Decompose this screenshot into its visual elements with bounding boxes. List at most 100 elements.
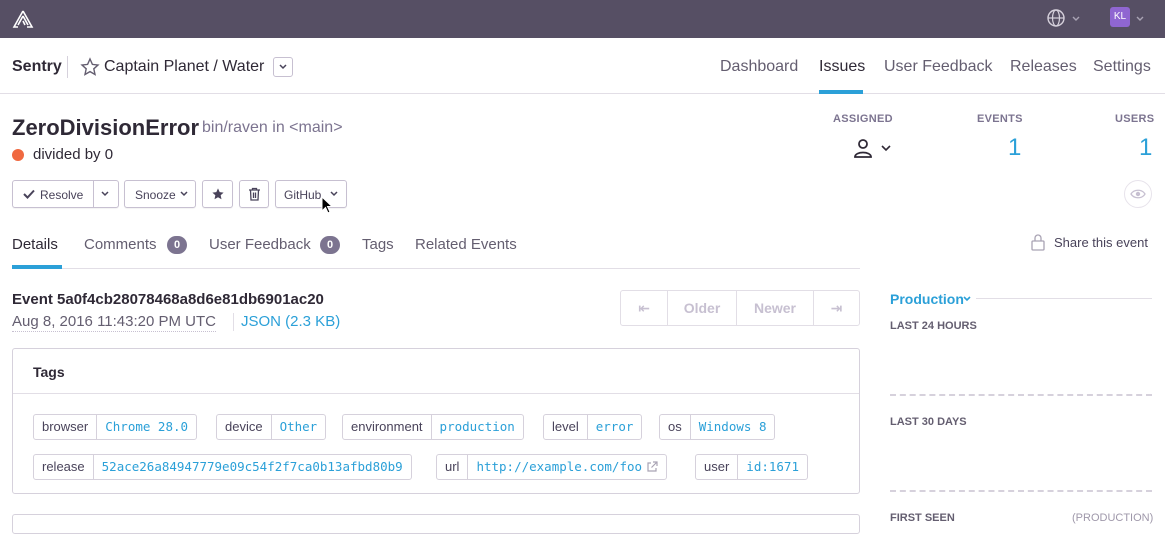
tabs-divider (12, 268, 860, 269)
subscribe-button[interactable] (1124, 180, 1152, 208)
tag-key: release (34, 455, 94, 479)
first-seen-label: FIRST SEEN (890, 512, 955, 524)
external-link-icon[interactable] (646, 461, 658, 473)
delete-button[interactable] (239, 180, 269, 208)
tags-title: Tags (33, 364, 65, 380)
tag-value[interactable]: error (588, 415, 642, 439)
tab-comments[interactable]: Comments (84, 236, 157, 253)
event-id: Event 5a0f4cb28078468a8d6e81db6901ac20 (12, 291, 324, 308)
nav-user-feedback[interactable]: User Feedback (884, 58, 993, 76)
globe-icon[interactable] (1046, 8, 1066, 28)
first-seen-env: (PRODUCTION) (1072, 512, 1154, 524)
graph-baseline (890, 490, 1152, 492)
resolve-button[interactable]: Resolve (40, 188, 83, 202)
feedback-count-badge: 0 (320, 236, 340, 254)
nav-settings[interactable]: Settings (1093, 58, 1151, 76)
tag-value[interactable]: http://example.com/foo (468, 455, 650, 479)
tab-details[interactable]: Details (12, 236, 58, 253)
chevron-down-icon[interactable] (1134, 11, 1146, 25)
share-event-link[interactable]: Share this event (1054, 235, 1148, 250)
next-panel (12, 514, 860, 534)
chevron-down-icon[interactable] (880, 143, 892, 153)
org-name[interactable]: Sentry (12, 58, 62, 76)
bookmark-button[interactable] (202, 180, 233, 208)
tag-key: level (544, 415, 588, 439)
tag-value[interactable]: production (432, 415, 523, 439)
project-nav: Sentry Captain Planet / Water Dashboard … (0, 38, 1165, 94)
mouse-cursor-icon (321, 196, 334, 214)
nav-issues[interactable]: Issues (819, 58, 865, 76)
tag-pill[interactable]: user id:1671 (695, 454, 808, 480)
tag-pill[interactable]: release 52ace26a84947779e09c54f2f7ca0b13… (33, 454, 412, 480)
tag-value[interactable]: Other (272, 415, 326, 439)
chevron-down-icon[interactable] (962, 295, 972, 303)
divider (67, 56, 68, 78)
tag-key: environment (343, 415, 432, 439)
environment-selector[interactable]: Production (890, 291, 964, 307)
users-label: USERS (1115, 113, 1155, 125)
issue-title: ZeroDivisionError (12, 115, 200, 140)
chevron-down-icon[interactable] (1070, 11, 1082, 25)
nav-releases[interactable]: Releases (1010, 58, 1077, 76)
older-event-button[interactable]: Older (668, 291, 736, 325)
lock-icon[interactable] (1030, 233, 1046, 251)
chevron-down-icon (180, 191, 188, 197)
tag-key: url (437, 455, 469, 479)
tag-pill[interactable]: os Windows 8 (659, 414, 776, 440)
chevron-down-icon (279, 64, 287, 70)
tag-pill[interactable]: url http://example.com/foo (436, 454, 668, 480)
level-indicator (12, 149, 24, 161)
tab-related-events[interactable]: Related Events (415, 236, 517, 253)
tag-pill[interactable]: level error (543, 414, 643, 440)
tag-value[interactable]: Windows 8 (691, 415, 775, 439)
github-label: GitHub (284, 188, 322, 202)
last-24-hours-label: LAST 24 HOURS (890, 320, 977, 332)
tag-value[interactable]: id:1671 (738, 455, 807, 479)
github-button[interactable]: GitHub (275, 180, 347, 208)
tab-tags[interactable]: Tags (362, 236, 394, 253)
sentry-logo-icon[interactable] (12, 8, 34, 30)
tag-pill[interactable]: environment production (342, 414, 524, 440)
resolve-button-group: Resolve (12, 180, 119, 208)
project-dropdown-button[interactable] (273, 57, 293, 77)
tag-value[interactable]: Chrome 28.0 (97, 415, 196, 439)
issue-message: divided by 0 (33, 146, 114, 163)
nav-dashboard[interactable]: Dashboard (720, 58, 798, 76)
active-nav-indicator (819, 90, 863, 94)
tag-key: user (696, 455, 739, 479)
event-pager: ⇤ Older Newer ⇥ (620, 290, 860, 326)
star-icon[interactable] (80, 57, 100, 77)
project-name[interactable]: Captain Planet / Water (104, 58, 264, 76)
tag-key: browser (34, 415, 98, 439)
top-bar: KL (0, 0, 1165, 38)
divider (976, 298, 1152, 299)
tag-value[interactable]: 52ace26a84947779e09c54f2f7ca0b13afbd80b9 (94, 455, 411, 479)
json-link[interactable]: JSON (2.3 KB) (241, 313, 340, 330)
user-icon[interactable] (852, 137, 874, 159)
tag-pill[interactable]: browser Chrome 28.0 (33, 414, 198, 440)
eye-icon (1130, 189, 1146, 199)
checkmark-icon (23, 189, 35, 199)
last-event-button[interactable]: ⇥ (814, 291, 859, 325)
users-count[interactable]: 1 (1139, 134, 1152, 162)
divider (233, 313, 234, 331)
divider (93, 181, 94, 207)
tags-header: Tags (13, 349, 859, 394)
avatar[interactable]: KL (1110, 7, 1130, 27)
last-30-days-label: LAST 30 DAYS (890, 416, 967, 428)
event-date: Aug 8, 2016 11:43:20 PM UTC (12, 313, 217, 332)
tag-key: os (660, 415, 691, 439)
tags-panel: Tags browser Chrome 28.0 device Other en… (12, 348, 860, 494)
chevron-down-icon[interactable] (100, 190, 110, 198)
assigned-label: ASSIGNED (833, 113, 893, 125)
events-count[interactable]: 1 (1008, 134, 1021, 162)
issue-culprit: bin/raven in <main> (202, 119, 343, 136)
tag-key: device (217, 415, 272, 439)
star-icon (212, 188, 224, 200)
snooze-button[interactable]: Snooze (124, 180, 196, 208)
graph-baseline (890, 394, 1152, 396)
tab-user-feedback[interactable]: User Feedback (209, 236, 311, 253)
first-event-button[interactable]: ⇤ (621, 291, 667, 325)
tag-pill[interactable]: device Other (216, 414, 327, 440)
newer-event-button[interactable]: Newer (737, 291, 813, 325)
